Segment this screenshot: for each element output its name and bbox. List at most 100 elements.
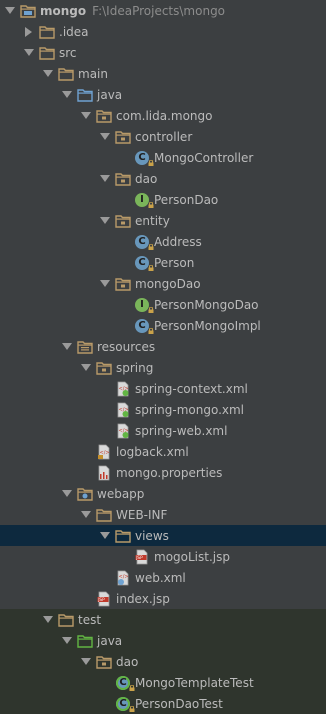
- module-folder-icon: [20, 3, 36, 19]
- tree-node-src[interactable]: src: [0, 42, 326, 63]
- tree-node-spring-web-xml[interactable]: </> spring-web.xml: [0, 420, 326, 441]
- tree-node-label: main: [78, 66, 108, 81]
- tree-node-entity[interactable]: entity: [0, 210, 326, 231]
- tree-node-com-lida-mongo[interactable]: com.lida.mongo: [0, 105, 326, 126]
- tree-node-main[interactable]: main: [0, 63, 326, 84]
- tree-node-label: src: [59, 45, 77, 60]
- folder-icon: [39, 24, 55, 40]
- class-icon: C: [134, 234, 154, 250]
- expanded-arrow-icon[interactable]: [61, 635, 73, 647]
- resources-folder-icon: [77, 339, 93, 355]
- folder-icon: [115, 528, 131, 544]
- spring-xml-icon: </>: [115, 402, 131, 418]
- tree-node-address[interactable]: C Address: [0, 231, 326, 252]
- tree-node-label: Address: [154, 234, 202, 249]
- svg-text:</>: </>: [119, 574, 129, 580]
- expanded-arrow-icon[interactable]: [80, 509, 92, 521]
- folder-icon: [58, 66, 74, 82]
- tree-node-personmongoimpl[interactable]: C PersonMongoImpl: [0, 315, 326, 336]
- spring-xml-icon: </>: [115, 381, 131, 397]
- tree-node-persondaotest[interactable]: C PersonDaoTest: [0, 693, 326, 714]
- expanded-arrow-icon[interactable]: [23, 47, 35, 59]
- web-xml-icon: </>: [115, 570, 131, 586]
- expanded-arrow-icon[interactable]: [61, 488, 73, 500]
- tree-node-personmongodao[interactable]: I PersonMongoDao: [0, 294, 326, 315]
- tree-node-dao[interactable]: dao: [0, 651, 326, 672]
- tree-node-mogolist-jsp[interactable]: JSP mogoList.jsp: [0, 546, 326, 567]
- tree-node-index-jsp[interactable]: JSP index.jsp: [0, 588, 326, 609]
- tree-node-label: views: [135, 528, 169, 543]
- tree-node-person[interactable]: C Person: [0, 252, 326, 273]
- tree-node-label: dao: [135, 171, 158, 186]
- folder-icon: [39, 45, 55, 61]
- test-class-icon: C: [115, 696, 135, 712]
- package-icon: [96, 360, 112, 376]
- package-icon: [115, 129, 131, 145]
- expanded-arrow-icon[interactable]: [42, 614, 54, 626]
- class-icon: C: [134, 150, 154, 166]
- tree-node-label: Person: [154, 255, 195, 270]
- tree-node-mongodao[interactable]: mongoDao: [0, 273, 326, 294]
- tree-node-dao[interactable]: dao: [0, 168, 326, 189]
- tree-node-label: PersonDaoTest: [135, 696, 223, 711]
- interface-icon: I: [134, 192, 154, 208]
- package-icon: [115, 276, 131, 292]
- tree-node-java[interactable]: java: [0, 84, 326, 105]
- package-icon: [96, 108, 112, 124]
- tree-node-java[interactable]: java: [0, 630, 326, 651]
- expanded-arrow-icon[interactable]: [99, 173, 111, 185]
- expanded-arrow-icon[interactable]: [80, 110, 92, 122]
- tree-node-label: mongo: [40, 3, 87, 18]
- tree-node-spring[interactable]: spring: [0, 357, 326, 378]
- tree-node-label: mongoDao: [135, 276, 201, 291]
- tree-node-label: logback.xml: [116, 444, 189, 459]
- tree-node-label: index.jsp: [116, 591, 170, 606]
- tree-node-mongo[interactable]: mongo F:\IdeaProjects\mongo: [0, 0, 326, 21]
- tree-node-label: spring: [116, 360, 154, 375]
- expanded-arrow-icon[interactable]: [61, 341, 73, 353]
- tree-node-controller[interactable]: controller: [0, 126, 326, 147]
- expanded-arrow-icon[interactable]: [61, 89, 73, 101]
- expanded-arrow-icon[interactable]: [80, 656, 92, 668]
- tree-node-mongo-properties[interactable]: mongo.properties: [0, 462, 326, 483]
- tree-node-label: spring-context.xml: [135, 381, 248, 396]
- class-icon: C: [134, 255, 154, 271]
- tree-node-spring-mongo-xml[interactable]: </> spring-mongo.xml: [0, 399, 326, 420]
- tree-node-idea[interactable]: .idea: [0, 21, 326, 42]
- expanded-arrow-icon[interactable]: [80, 362, 92, 374]
- tree-node-views[interactable]: views: [0, 525, 326, 546]
- tree-node-logback-xml[interactable]: </> logback.xml: [0, 441, 326, 462]
- tree-node-spring-context-xml[interactable]: </> spring-context.xml: [0, 378, 326, 399]
- source-folder-icon: [77, 87, 93, 103]
- tree-node-label: PersonDao: [154, 192, 219, 207]
- tree-node-test[interactable]: test: [0, 609, 326, 630]
- jsp-file-icon: JSP: [134, 549, 150, 565]
- tree-node-mongotemplatetest[interactable]: C MongoTemplateTest: [0, 672, 326, 693]
- expanded-arrow-icon[interactable]: [99, 278, 111, 290]
- expanded-arrow-icon[interactable]: [99, 530, 111, 542]
- collapsed-arrow-icon[interactable]: [23, 26, 35, 38]
- tree-node-label: dao: [116, 654, 139, 669]
- expanded-arrow-icon[interactable]: [42, 68, 54, 80]
- tree-node-persondao[interactable]: I PersonDao: [0, 189, 326, 210]
- tree-node-webapp[interactable]: webapp: [0, 483, 326, 504]
- tree-node-label: webapp: [97, 486, 145, 501]
- tree-node-label: entity: [135, 213, 170, 228]
- tree-node-label: java: [97, 87, 123, 102]
- folder-icon: [58, 612, 74, 628]
- expanded-arrow-icon[interactable]: [99, 215, 111, 227]
- package-icon: [96, 654, 112, 670]
- tree-node-label: .idea: [59, 24, 89, 39]
- tree-node-label: WEB-INF: [116, 507, 168, 522]
- tree-node-mongocontroller[interactable]: C MongoController: [0, 147, 326, 168]
- jsp-file-icon: JSP: [96, 591, 112, 607]
- tree-node-resources[interactable]: resources: [0, 336, 326, 357]
- test-source-folder-icon: [77, 633, 93, 649]
- tree-node-web-xml[interactable]: </> web.xml: [0, 567, 326, 588]
- expanded-arrow-icon[interactable]: [4, 5, 16, 17]
- expanded-arrow-icon[interactable]: [99, 131, 111, 143]
- tree-node-web-inf[interactable]: WEB-INF: [0, 504, 326, 525]
- tree-node-label: resources: [97, 339, 156, 354]
- tree-node-label: web.xml: [135, 570, 186, 585]
- tree-node-label: MongoTemplateTest: [135, 675, 254, 690]
